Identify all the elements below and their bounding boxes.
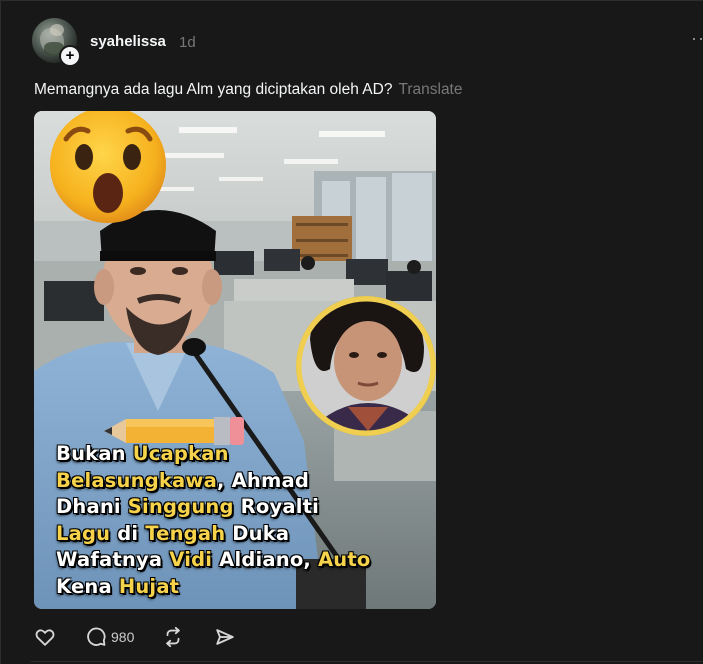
headline-word: Aldiano,	[212, 548, 319, 571]
reply-count: 980	[111, 629, 135, 645]
share-button[interactable]	[214, 625, 236, 649]
reply-button[interactable]: 980	[85, 625, 134, 649]
speech-bubble-icon	[87, 627, 106, 646]
headline-line-4: Lagu di Tengah Duka	[56, 521, 436, 548]
headline-line-6: Kena Hujat	[56, 574, 436, 601]
more-options-icon[interactable]: ··	[691, 28, 703, 49]
headline-line-3: Dhani Singgung Royalti	[56, 494, 436, 521]
headline-word: Duka	[225, 521, 290, 545]
headline-line-1: Bukan Ucapkan	[56, 441, 436, 468]
headline-text: Bukan Ucapkan Belasungkawa, Ahmad Dhani …	[56, 441, 436, 600]
translate-link[interactable]: Translate	[398, 81, 462, 98]
divider	[31, 661, 703, 662]
headline-word: di	[110, 521, 146, 545]
headline-word-highlight: Vidi	[169, 548, 213, 571]
post-body: Memangnya ada lagu Alm yang diciptakan o…	[34, 81, 393, 98]
heart-icon	[35, 629, 55, 646]
username[interactable]: syahelissa	[90, 33, 166, 50]
headline-word: Bukan	[56, 442, 133, 465]
headline-word-highlight: Lagu	[56, 521, 111, 545]
like-button[interactable]	[34, 625, 56, 649]
headline-word-highlight: Hujat	[118, 574, 180, 598]
headline-word: Dhani	[56, 495, 128, 518]
headline-word-highlight: Auto	[318, 548, 371, 571]
timestamp[interactable]: 1d	[179, 34, 196, 51]
headline-word-highlight: Belasungkawa	[56, 468, 217, 492]
post-image[interactable]: Bukan Ucapkan Belasungkawa, Ahmad Dhani …	[34, 111, 436, 609]
headline-word: , Ahmad	[216, 468, 309, 492]
headline-word: Wafatnya	[56, 548, 170, 571]
headline-word-highlight: Ucapkan	[132, 442, 229, 465]
headline-word: Kena	[56, 574, 119, 598]
repost-button[interactable]	[162, 625, 184, 649]
post-text: Memangnya ada lagu Alm yang diciptakan o…	[34, 81, 463, 99]
post-card: + syahelissa 1d ·· Memangnya ada lagu Al…	[0, 0, 703, 664]
headline-line-5: Wafatnya Vidi Aldiano, Auto	[56, 547, 436, 574]
headline-line-2: Belasungkawa, Ahmad	[56, 468, 436, 495]
follow-plus-icon[interactable]: +	[59, 45, 81, 67]
repost-icon	[166, 626, 180, 648]
headline-word-highlight: Singgung	[127, 495, 234, 518]
headline-word-highlight: Tengah	[145, 521, 226, 545]
paper-plane-icon	[216, 629, 234, 645]
headline-word: Royalti	[233, 495, 320, 518]
